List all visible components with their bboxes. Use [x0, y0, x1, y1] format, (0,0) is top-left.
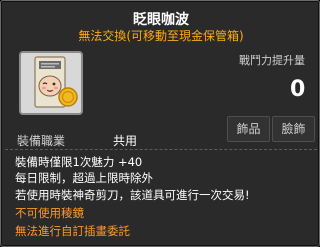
stat-value: +40 — [117, 155, 143, 169]
item-name: 眨眼咖波 — [133, 12, 189, 28]
equip-job-value: 共用 — [113, 134, 138, 148]
item-tooltip: 眨眼咖波 無法交換(可移動至現金保管箱) 戰鬥力提升量 0 裝備職業 共用 飾品… — [0, 0, 320, 247]
item-icon-frame — [19, 51, 83, 115]
combat-power-label: 戰鬥力提升量 — [239, 54, 305, 67]
item-ticket-icon — [34, 56, 78, 108]
trade-restriction-note: 無法交換(可移動至現金保管箱) — [78, 29, 244, 43]
prism-warning: 不可使用稜鏡 — [15, 206, 84, 220]
section-divider — [5, 149, 317, 150]
equip-job-label: 裝備職業 — [17, 134, 66, 148]
daily-limit-line: 每日限制，超過上限時除外 — [15, 171, 153, 185]
item-type-face-accessory: 臉飾 — [272, 116, 315, 142]
stat-line: 裝備時僅限1次魅力 +40 — [15, 154, 142, 170]
custom-illustration-warning: 無法進行自訂插畫委託 — [15, 224, 130, 238]
scissors-trade-line: 若使用時裝神奇剪刀，該道具可進行一次交易! — [15, 188, 250, 202]
stat-label: 裝備時僅限1次魅力 — [15, 155, 115, 169]
combat-power-value: 0 — [290, 77, 306, 102]
item-type-accessory: 飾品 — [227, 116, 270, 142]
